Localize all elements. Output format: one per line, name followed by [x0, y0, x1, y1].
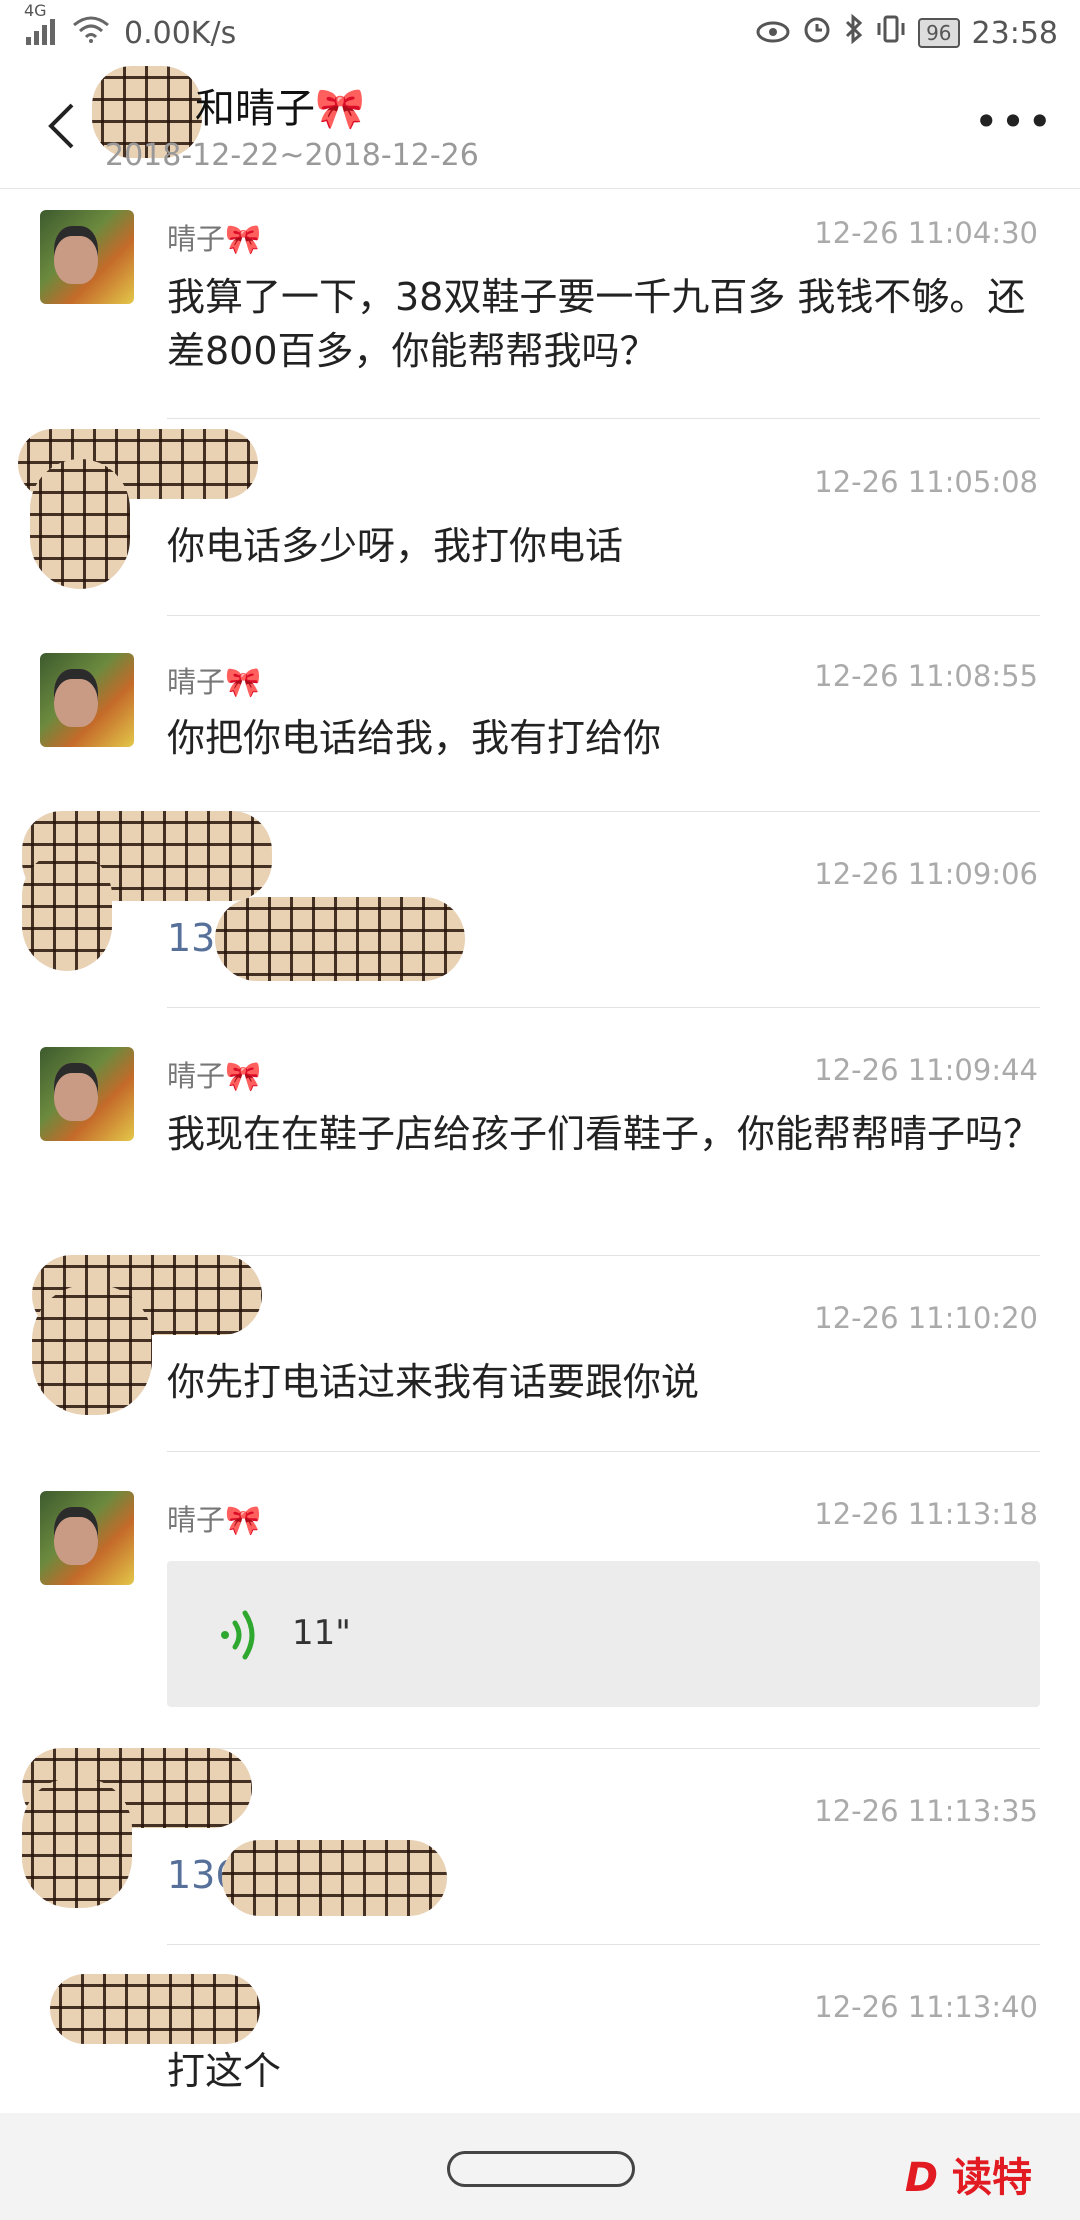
sender-name: 晴子🎀 [167, 1059, 262, 1093]
redacted-avatar [50, 1974, 260, 2044]
more-options-button[interactable]: ••• [974, 96, 1052, 146]
divider [167, 1255, 1040, 1256]
network-speed: 0.00K/s [124, 15, 237, 51]
wifi-icon [72, 15, 110, 51]
back-button[interactable] [36, 96, 86, 156]
divider [167, 811, 1040, 812]
message-time: 12-26 11:04:30 [814, 216, 1038, 250]
avatar[interactable] [40, 210, 134, 304]
more-icon: ••• [973, 96, 1055, 146]
redacted-phone [222, 1840, 447, 1916]
alarm-icon [802, 14, 832, 52]
sender-name: 晴子🎀 [167, 665, 262, 699]
message-text: 我现在在鞋子店给孩子们看鞋子，你能帮帮晴子吗？ [167, 1112, 1042, 1156]
redacted-avatar [22, 851, 112, 971]
divider [167, 418, 1040, 419]
bluetooth-icon [844, 13, 864, 52]
message-text: 你电话多少呀，我打你电话 [167, 524, 624, 568]
divider [167, 1944, 1040, 1945]
avatar[interactable] [40, 1491, 134, 1585]
status-bar: 4G 0.00K/s 96 23:58 [0, 0, 1080, 66]
sender-name: 晴子🎀 [167, 1503, 262, 1537]
message-time: 12-26 11:05:08 [814, 465, 1038, 499]
divider [167, 1007, 1040, 1008]
avatar[interactable] [40, 1047, 134, 1141]
message-time: 12-26 11:13:35 [814, 1794, 1038, 1828]
avatar[interactable] [40, 653, 134, 747]
clock: 23:58 [971, 15, 1058, 51]
message-time: 12-26 11:08:55 [814, 659, 1038, 693]
message-time: 12-26 11:13:40 [814, 1990, 1038, 2024]
message-time: 12-26 11:09:06 [814, 857, 1038, 891]
voice-message[interactable]: 11" [167, 1561, 1040, 1707]
message-time: 12-26 11:10:20 [814, 1301, 1038, 1335]
message-text: 我算了一下，38双鞋子要一千九百多 我钱不够。还差800百多，你能帮帮我吗？ [167, 275, 1026, 373]
watermark-text: 读特 [952, 2155, 1032, 2201]
message-time: 12-26 11:13:18 [814, 1497, 1038, 1531]
sender-name: 晴子🎀 [167, 222, 262, 256]
message-text: 你把你电话给我，我有打给你 [167, 716, 662, 760]
vibrate-icon [876, 14, 906, 52]
chat-header: 和晴子🎀 2018-12-22~2018-12-26 ••• [0, 66, 1080, 189]
divider [167, 1451, 1040, 1452]
redacted-avatar [22, 1778, 132, 1908]
date-range: 2018-12-22~2018-12-26 [105, 138, 479, 173]
redacted-avatar [32, 1285, 152, 1415]
divider [167, 615, 1040, 616]
redacted-avatar [30, 459, 130, 589]
system-nav-bar: D 读特 [0, 2113, 1080, 2220]
eye-icon [756, 16, 790, 51]
message-time: 12-26 11:09:44 [814, 1053, 1038, 1087]
battery-indicator: 96 [918, 18, 960, 48]
message-text: 打这个 [167, 2049, 282, 2093]
signal-icon: 4G [24, 1, 58, 50]
home-gesture-bar[interactable] [447, 2151, 635, 2187]
redacted-phone [215, 897, 465, 981]
back-arrow-icon [48, 103, 74, 149]
voice-wave-icon [221, 1610, 255, 1660]
logo-d-icon: D [904, 2155, 939, 2201]
network-type: 4G [24, 0, 47, 20]
divider [167, 1748, 1040, 1749]
watermark-logo: D 读特 [905, 2145, 1032, 2203]
page-title: 和晴子🎀 [195, 86, 365, 132]
voice-duration: 11" [292, 1613, 351, 1653]
message-text: 你先打电话过来我有话要跟你说 [167, 1360, 700, 1404]
